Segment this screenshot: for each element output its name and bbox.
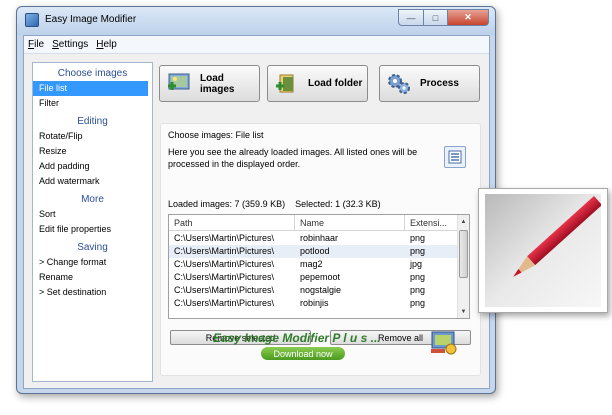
table-row[interactable]: C:\Users\Martin\Pictures\ nogstalgie png — [169, 284, 459, 297]
minimize-button[interactable]: — — [398, 9, 423, 26]
panel-description: Here you see the already loaded images. … — [168, 147, 418, 169]
scrollbar-thumb[interactable] — [459, 230, 468, 278]
column-header-path[interactable]: Path — [169, 215, 295, 231]
maximize-button[interactable]: □ — [423, 9, 447, 26]
sidebar-header-saving: Saving — [77, 242, 108, 253]
sidebar-item-rotate-flip[interactable]: Rotate/Flip — [33, 129, 152, 144]
table-row[interactable]: C:\Users\Martin\Pictures\ robinjis png — [169, 297, 459, 310]
menu-settings[interactable]: Settings — [52, 39, 88, 50]
panel-title: Choose images: File list — [168, 130, 264, 140]
selected-count: Selected: 1 (32.3 KB) — [295, 199, 381, 209]
scroll-up-arrow-icon[interactable]: ▲ — [458, 216, 469, 227]
menu-bar: File Settings Help — [24, 36, 489, 54]
load-folder-button[interactable]: Load folder — [267, 65, 368, 102]
load-info: Loaded images: 7 (359.9 KB) Selected: 1 … — [168, 199, 381, 209]
loaded-images-count: Loaded images: 7 (359.9 KB) — [168, 199, 286, 209]
sidebar-item-edit-file-properties[interactable]: Edit file properties — [33, 222, 152, 237]
promo-banner-text[interactable]: Easy Image Modifier P l u s ... — [213, 331, 381, 345]
sidebar-item-set-destination[interactable]: > Set destination — [33, 285, 152, 300]
load-images-button[interactable]: Load images — [159, 65, 260, 102]
window-controls: — □ ✕ — [398, 9, 489, 26]
title-bar: Easy Image Modifier — □ ✕ — [17, 7, 495, 35]
pencil-preview-image — [485, 194, 601, 307]
close-button[interactable]: ✕ — [447, 9, 489, 26]
file-table: Path Name Extensi... C:\Users\Martin\Pic… — [168, 214, 470, 319]
table-row-selected[interactable]: C:\Users\Martin\Pictures\ potlood png — [169, 245, 459, 258]
list-icon[interactable] — [444, 146, 466, 168]
menu-help[interactable]: Help — [96, 39, 117, 50]
sidebar-item-file-list[interactable]: File list — [33, 81, 148, 96]
images-add-icon — [166, 72, 192, 96]
sidebar-item-change-format[interactable]: > Change format — [33, 255, 152, 270]
menu-file[interactable]: File — [28, 39, 44, 50]
download-now-button[interactable]: Download now — [261, 347, 345, 360]
app-icon — [25, 13, 39, 27]
scroll-down-arrow-icon[interactable]: ▼ — [458, 306, 469, 317]
image-preview — [478, 188, 608, 313]
sidebar-item-resize[interactable]: Resize — [33, 144, 152, 159]
sidebar-header-choose-images: Choose images — [57, 68, 128, 79]
table-header: Path Name Extensi... — [169, 215, 459, 231]
sidebar-item-rename[interactable]: Rename — [33, 270, 152, 285]
sidebar-item-sort[interactable]: Sort — [33, 207, 152, 222]
table-row[interactable]: C:\Users\Martin\Pictures\ mag2 jpg — [169, 258, 459, 271]
column-header-extension[interactable]: Extensi... — [405, 215, 459, 231]
table-row[interactable]: C:\Users\Martin\Pictures\ pepemoot png — [169, 271, 459, 284]
app-logo-icon — [429, 329, 459, 357]
process-button[interactable]: Process — [379, 65, 480, 102]
sidebar-header-editing: Editing — [77, 116, 108, 127]
app-window: Easy Image Modifier — □ ✕ File Settings … — [16, 6, 496, 394]
column-header-name[interactable]: Name — [295, 215, 405, 231]
sidebar: Choose images File list Filter Editing R… — [32, 62, 153, 382]
sidebar-item-filter[interactable]: Filter — [33, 96, 152, 111]
sidebar-item-add-watermark[interactable]: Add watermark — [33, 174, 152, 189]
table-row[interactable]: C:\Users\Martin\Pictures\ robinhaar png — [169, 232, 459, 245]
window-title: Easy Image Modifier — [45, 14, 137, 25]
sidebar-header-more: More — [81, 194, 104, 205]
gears-icon — [386, 72, 412, 96]
table-scrollbar[interactable]: ▲ ▼ — [457, 215, 469, 318]
folder-add-icon — [274, 72, 300, 96]
sidebar-item-add-padding[interactable]: Add padding — [33, 159, 152, 174]
